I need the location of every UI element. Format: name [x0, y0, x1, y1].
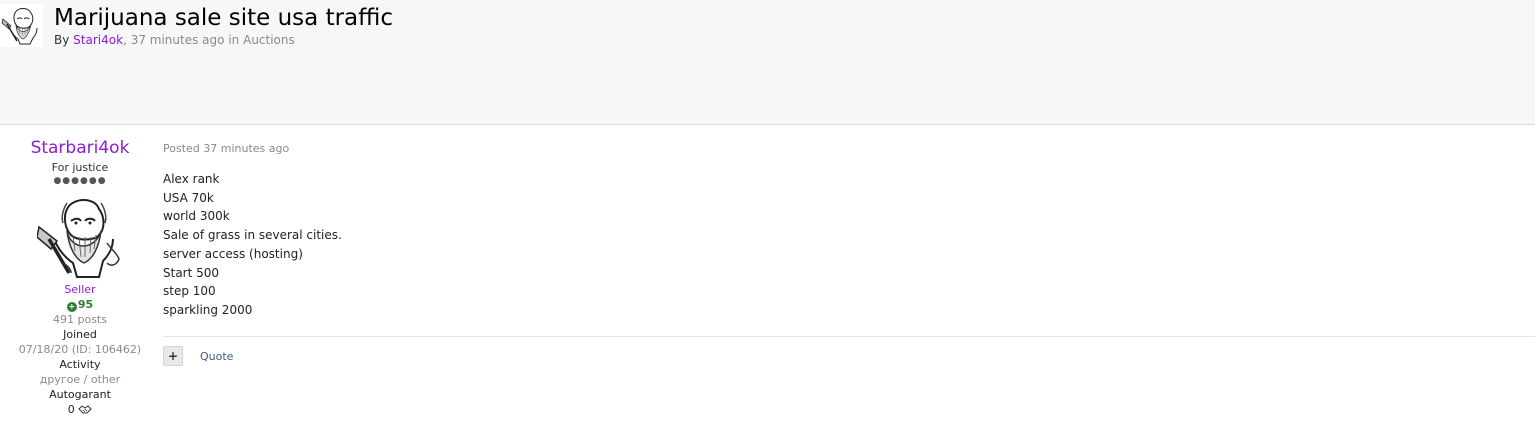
post-count: 491 posts — [53, 313, 107, 326]
activity-label: Activity — [59, 358, 101, 371]
post-line: server access (hosting) — [163, 246, 303, 261]
joined-label: Joined — [63, 328, 97, 341]
avatar-sketch-icon — [0, 4, 43, 47]
multiquote-plus-button[interactable]: + — [163, 346, 183, 366]
by-label: By — [54, 33, 70, 47]
post-line: sparkling 2000 — [163, 302, 253, 317]
post-divider — [163, 336, 1535, 337]
reputation-badge[interactable]: +95 — [0, 297, 160, 312]
post-line: Start 500 — [163, 265, 220, 280]
post-line: world 300k — [163, 209, 230, 224]
reputation-value: 95 — [77, 298, 94, 311]
post-line: step 100 — [163, 284, 216, 299]
autogarant-label: Autogarant — [49, 388, 111, 401]
topic-author-avatar[interactable] — [0, 4, 43, 47]
post-content: Alex rank USA 70k world 300k Sale of gra… — [163, 170, 342, 320]
post-author-name[interactable]: Starbari4ok — [0, 137, 160, 159]
joined-value: 07/18/20 (ID: 106462) — [18, 343, 142, 356]
post-line: Alex rank — [163, 172, 220, 186]
post-line: Sale of grass in several cities. — [163, 228, 342, 243]
autogarant-field: 0 — [0, 402, 160, 417]
post-line: USA 70k — [163, 190, 214, 205]
post-author-avatar[interactable] — [37, 193, 123, 279]
member-group: Seller — [64, 283, 96, 296]
post-date[interactable]: Posted 37 minutes ago — [163, 141, 289, 156]
in-label: in — [228, 33, 240, 47]
meta-separator: , — [123, 33, 127, 47]
topic-header: Marijuana sale site usa traffic By Stari… — [0, 0, 1535, 125]
post-author-panel: Starbari4ok For justice ●●●●●● Seller +9… — [0, 126, 160, 417]
quote-button[interactable]: Quote — [200, 349, 233, 364]
topic-title: Marijuana sale site usa traffic — [54, 5, 394, 31]
forum-link[interactable]: Auctions — [243, 33, 295, 47]
activity-value: другое / other — [39, 373, 121, 386]
member-title: For justice — [51, 161, 109, 174]
handshake-icon — [78, 405, 92, 414]
topic-time: 37 minutes ago — [130, 33, 225, 47]
topic-meta: By Stari4ok, 37 minutes ago in Auctions — [54, 32, 295, 48]
autogarant-value: 0 — [67, 403, 75, 416]
rank-pips: ●●●●●● — [53, 176, 107, 186]
topic-author-link[interactable]: Stari4ok — [73, 33, 123, 47]
plus-circle-icon: + — [66, 302, 77, 312]
